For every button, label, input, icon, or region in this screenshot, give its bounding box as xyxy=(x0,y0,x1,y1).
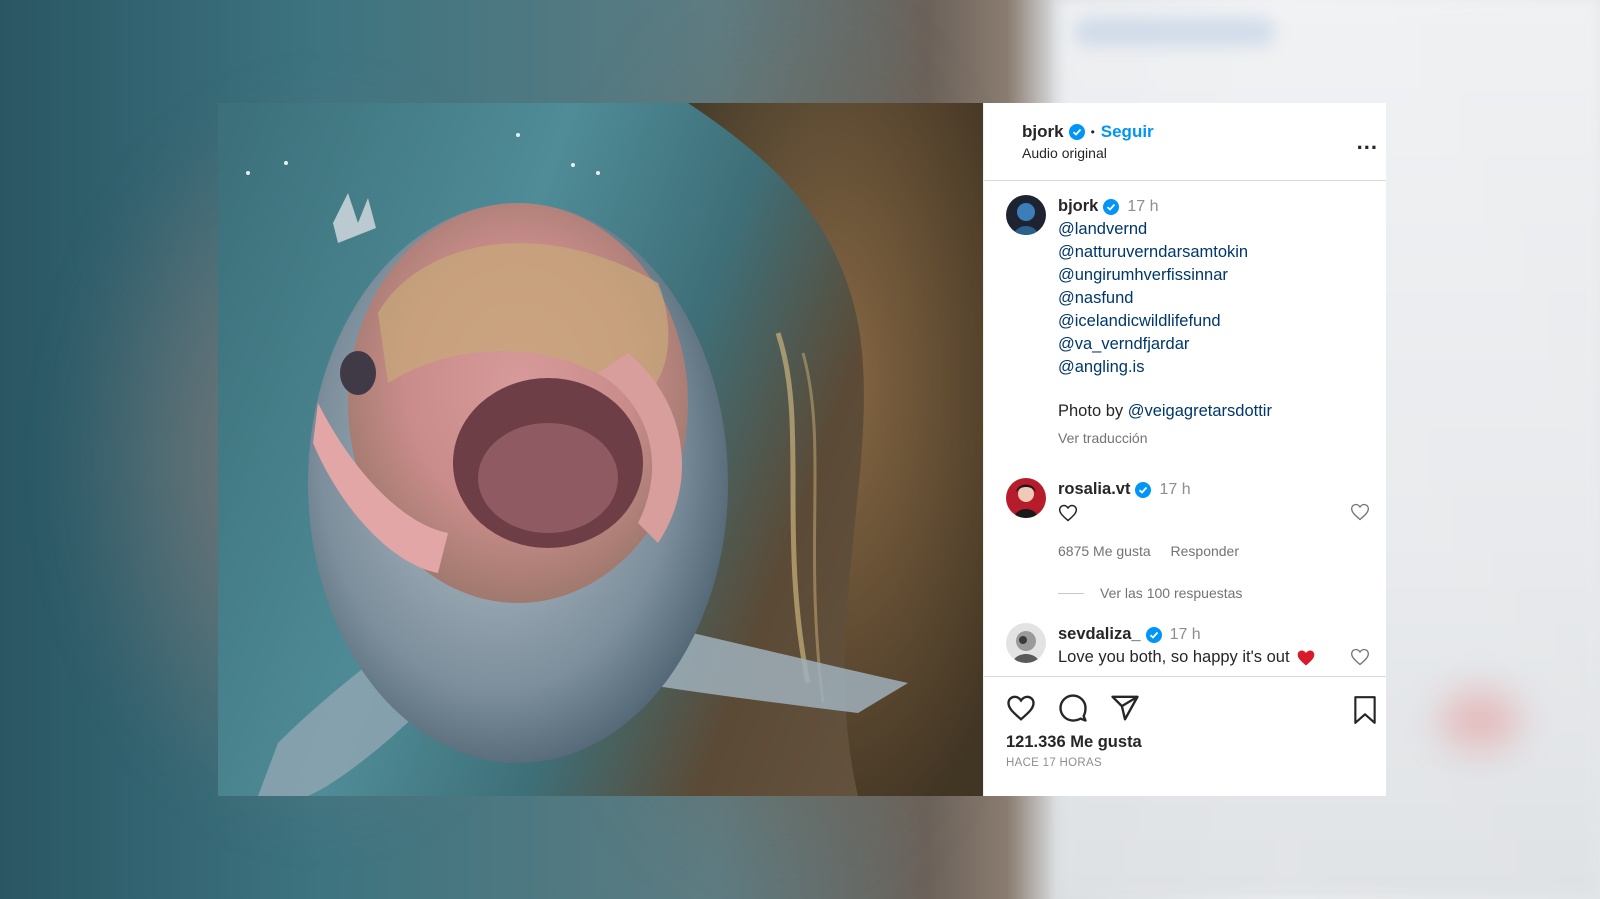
comment-text: Love you both, so happy it's out xyxy=(1058,648,1290,666)
see-translation-link[interactable]: Ver traducción xyxy=(1058,427,1272,450)
more-options-button[interactable]: ... xyxy=(1357,129,1378,155)
verified-badge-icon xyxy=(1068,124,1085,140)
post-side-panel: bjork • Seguir Audio original ... bjork … xyxy=(983,103,1386,796)
comment-like-count[interactable]: 6875 Me gusta xyxy=(1058,543,1151,559)
verified-badge-icon xyxy=(1145,626,1162,643)
share-paper-plane-icon[interactable] xyxy=(1110,693,1140,723)
fish-photo-illustration xyxy=(246,103,983,796)
mention-link[interactable]: @landvernd xyxy=(1058,218,1272,241)
photographer-mention[interactable]: @veigagretarsdottir xyxy=(1128,402,1272,420)
red-heart-icon xyxy=(1297,650,1314,665)
view-replies-label: Ver las 100 respuestas xyxy=(1100,585,1243,601)
photo-credit: Photo by @veigagretarsdottir xyxy=(1058,400,1272,423)
post-modal: bjork • Seguir Audio original ... bjork … xyxy=(218,103,1386,796)
post-photo[interactable] xyxy=(218,103,983,796)
follow-button[interactable]: Seguir xyxy=(1101,122,1154,142)
comment-item: rosalia.vt 17 h 6875 Me gusta Responder xyxy=(1006,478,1370,563)
author-info: bjork • Seguir Audio original xyxy=(1022,122,1154,161)
likes-count[interactable]: 121.336 Me gusta xyxy=(1006,733,1378,752)
like-comment-heart-icon[interactable] xyxy=(1350,647,1370,667)
comment-item: sevdaliza_ 17 h Love you both, so happy … xyxy=(1006,623,1370,669)
comment-username[interactable]: rosalia.vt xyxy=(1058,478,1130,501)
mention-link[interactable]: @angling.is xyxy=(1058,356,1272,379)
verified-badge-icon xyxy=(1135,481,1152,498)
comments-area[interactable]: bjork 17 h @landvernd @natturuverndarsam… xyxy=(984,181,1386,676)
author-username[interactable]: bjork xyxy=(1022,122,1064,142)
comment-bubble-icon[interactable] xyxy=(1058,693,1088,723)
heart-outline-icon xyxy=(1058,504,1078,522)
replies-divider xyxy=(1058,592,1084,594)
separator-dot: • xyxy=(1090,125,1095,139)
post-header: bjork • Seguir Audio original ... xyxy=(984,103,1386,181)
avatar[interactable] xyxy=(1006,478,1046,518)
caption-username[interactable]: bjork xyxy=(1058,195,1098,218)
comment-time[interactable]: 17 h xyxy=(1170,623,1201,646)
mention-link[interactable]: @natturuverndarsamtokin xyxy=(1058,241,1272,264)
caption-time[interactable]: 17 h xyxy=(1127,195,1158,218)
mention-link[interactable]: @va_verndfjardar xyxy=(1058,333,1272,356)
like-comment-heart-icon[interactable] xyxy=(1350,502,1370,522)
like-heart-icon[interactable] xyxy=(1006,693,1036,723)
mention-link[interactable]: @icelandicwildlifefund xyxy=(1058,310,1272,333)
avatar[interactable] xyxy=(1006,195,1046,235)
reply-button[interactable]: Responder xyxy=(1171,543,1240,559)
comment-time[interactable]: 17 h xyxy=(1159,478,1190,501)
avatar[interactable] xyxy=(1006,623,1046,663)
post-actions-bar: 121.336 Me gusta HACE 17 HORAS xyxy=(984,676,1386,796)
verified-badge-icon xyxy=(1103,198,1120,215)
view-replies-button[interactable]: Ver las 100 respuestas xyxy=(1058,585,1370,601)
mention-link[interactable]: @ungirumhverfissinnar xyxy=(1058,264,1272,287)
mention-link[interactable]: @nasfund xyxy=(1058,287,1272,310)
comment-username[interactable]: sevdaliza_ xyxy=(1058,623,1141,646)
post-caption: bjork 17 h @landvernd @natturuverndarsam… xyxy=(1006,195,1370,450)
save-bookmark-icon[interactable] xyxy=(1352,695,1378,725)
audio-link[interactable]: Audio original xyxy=(1022,145,1154,161)
photo-credit-label: Photo by xyxy=(1058,402,1128,420)
post-timestamp[interactable]: HACE 17 HORAS xyxy=(1006,757,1378,769)
